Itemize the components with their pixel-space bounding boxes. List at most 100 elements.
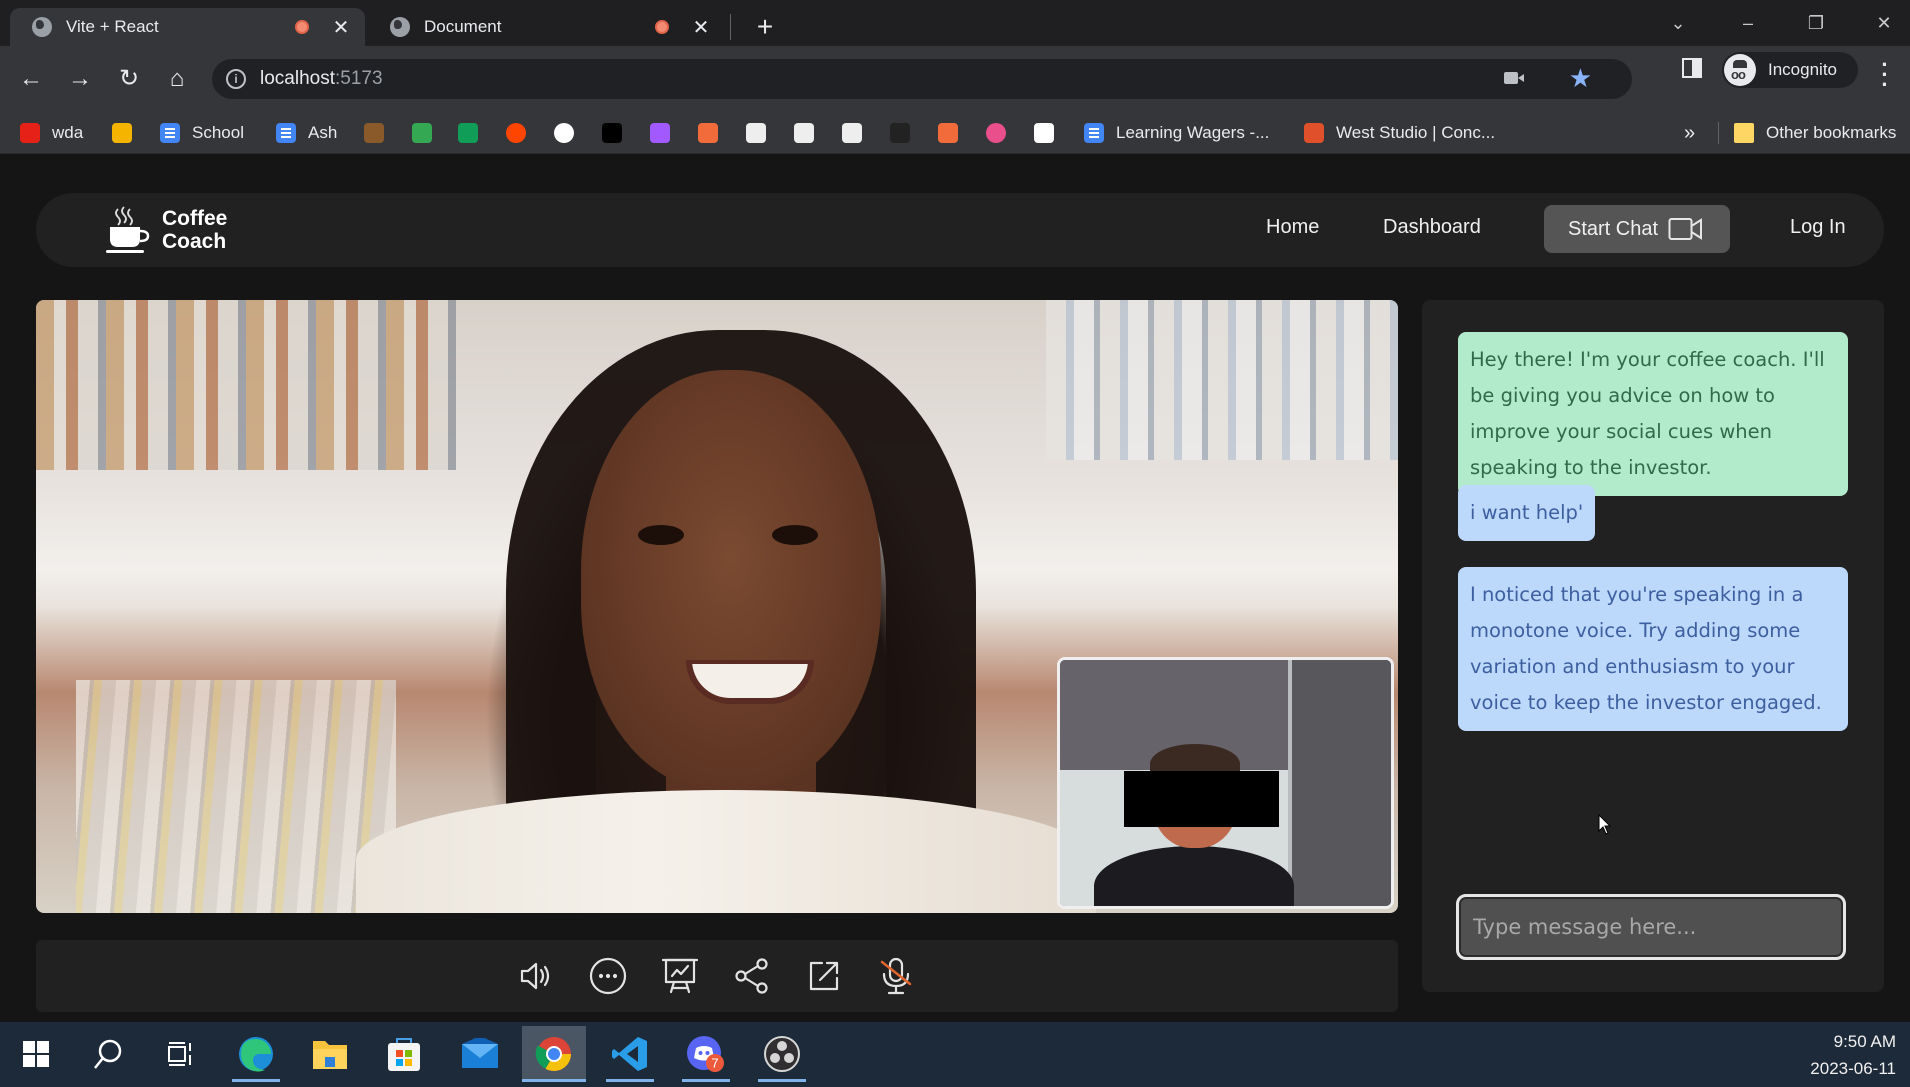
running-indicator <box>758 1079 806 1082</box>
taskbar-search-button[interactable] <box>76 1026 140 1082</box>
bookmark-item[interactable] <box>112 120 144 146</box>
popout-button[interactable] <box>802 954 846 998</box>
back-button[interactable]: ← <box>14 62 48 96</box>
restore-button[interactable]: ❐ <box>1796 6 1836 40</box>
taskbar-edge[interactable] <box>224 1026 288 1082</box>
more-bookmarks-icon[interactable]: » <box>1684 122 1695 145</box>
windows-start-icon <box>23 1041 49 1067</box>
nav-dashboard-link[interactable]: Dashboard <box>1383 216 1481 239</box>
site-info-icon[interactable]: i <box>226 69 246 89</box>
minimize-button[interactable]: – <box>1728 6 1768 40</box>
brand-name-line1: Coffee <box>162 207 228 230</box>
recording-indicator-icon <box>655 20 669 34</box>
taskbar-obs[interactable] <box>750 1026 814 1082</box>
discord-icon: 7 <box>687 1036 724 1072</box>
address-bar[interactable]: i localhost:5173 ★ <box>212 59 1632 99</box>
side-panel-icon[interactable] <box>1682 58 1702 78</box>
tab-search-button[interactable]: ⌄ <box>1658 6 1698 40</box>
presentation-chart-icon <box>661 958 699 994</box>
new-tab-button[interactable]: + <box>750 8 780 46</box>
person-face <box>581 370 881 790</box>
bookmark-item[interactable]: Ash <box>276 120 337 146</box>
bookmark-item[interactable] <box>698 120 730 146</box>
url-text: localhost:5173 <box>260 68 383 90</box>
bookmark-item[interactable] <box>650 120 682 146</box>
bookmark-star-icon[interactable]: ★ <box>1569 63 1592 94</box>
task-view-button[interactable] <box>148 1026 212 1082</box>
bookmark-item[interactable] <box>412 120 444 146</box>
nav-login-link[interactable]: Log In <box>1790 216 1846 239</box>
bookmark-item[interactable] <box>794 120 826 146</box>
taskbar-ms-store[interactable] <box>372 1026 436 1082</box>
browser-menu-icon[interactable]: · · · <box>1878 54 1892 96</box>
system-clock[interactable]: 9:50 AM 2023-06-11 <box>1810 1028 1896 1082</box>
bookmark-item[interactable] <box>506 120 538 146</box>
drive-icon <box>412 123 432 143</box>
more-options-button[interactable] <box>586 954 630 998</box>
edge-icon <box>239 1037 273 1072</box>
tab-vite-react[interactable]: Vite + React ✕ <box>10 8 365 46</box>
bookmark-icon <box>986 123 1006 143</box>
taskbar-mail[interactable] <box>448 1026 512 1082</box>
start-button[interactable] <box>4 1026 68 1082</box>
tab-title: Document <box>424 17 502 36</box>
home-button[interactable]: ⌂ <box>160 62 194 96</box>
discord-badge-count: 7 <box>711 1056 718 1071</box>
url-host: localhost <box>260 68 335 89</box>
start-chat-button[interactable]: Start Chat <box>1544 205 1730 253</box>
taskbar-chrome[interactable] <box>522 1026 586 1082</box>
close-tab-icon[interactable]: ✕ <box>331 15 351 40</box>
app-page: Coffee Coach Home Dashboard Start Chat L… <box>0 155 1910 1022</box>
chrome-icon <box>535 1037 571 1071</box>
other-bookmarks-folder[interactable]: Other bookmarks <box>1734 120 1896 146</box>
taskbar-discord[interactable]: 7 <box>674 1026 738 1082</box>
bookmark-item[interactable] <box>458 120 490 146</box>
docs-icon <box>1084 123 1104 143</box>
bookmark-item[interactable]: wda <box>20 120 83 146</box>
camera-in-use-icon[interactable] <box>1504 72 1524 84</box>
incognito-profile-button[interactable]: Incognito <box>1722 52 1858 88</box>
brand-logo[interactable]: Coffee Coach <box>106 205 227 255</box>
coach-chat-panel: Hey there! I'm your coffee coach. I'll b… <box>1422 300 1884 992</box>
minimize-icon: – <box>1742 13 1753 33</box>
share-button[interactable] <box>730 954 774 998</box>
bookmark-item[interactable] <box>602 120 634 146</box>
presentation-button[interactable] <box>658 954 702 998</box>
pip-wall-right <box>1292 660 1391 906</box>
bookmark-item[interactable] <box>890 120 922 146</box>
coffee-cup-icon <box>106 205 150 255</box>
close-window-button[interactable]: ✕ <box>1864 6 1904 40</box>
tab-document[interactable]: Document ✕ <box>370 8 725 46</box>
call-controls-bar <box>36 940 1398 1012</box>
bookmark-item[interactable]: School <box>160 120 244 146</box>
forward-button[interactable]: → <box>63 62 97 96</box>
self-video-preview[interactable] <box>1057 657 1394 909</box>
taskbar-vscode[interactable] <box>598 1026 662 1082</box>
taskbar-file-explorer[interactable] <box>298 1026 362 1082</box>
bookmark-item[interactable]: Learning Wagers -... <box>1084 120 1269 146</box>
nav-home-link[interactable]: Home <box>1266 216 1319 239</box>
bookmark-icon <box>842 123 862 143</box>
folder-icon <box>1734 123 1754 143</box>
clock-time: 9:50 AM <box>1833 1032 1896 1051</box>
bookmark-item[interactable] <box>364 120 396 146</box>
bookmark-item[interactable] <box>1034 120 1066 146</box>
github-icon <box>554 123 574 143</box>
bookmark-item[interactable] <box>842 120 874 146</box>
bookmark-item[interactable] <box>986 120 1018 146</box>
figma-icon <box>650 123 670 143</box>
incognito-label: Incognito <box>1768 60 1837 79</box>
bookmark-icon <box>890 123 910 143</box>
mail-icon <box>462 1038 498 1068</box>
close-tab-icon[interactable]: ✕ <box>691 15 711 40</box>
bookmark-item[interactable] <box>746 120 778 146</box>
reload-button[interactable]: ↻ <box>112 62 146 96</box>
bookmark-item[interactable] <box>554 120 586 146</box>
microphone-toggle-button[interactable] <box>874 954 918 998</box>
chat-message-input[interactable] <box>1456 894 1846 960</box>
bookmark-item[interactable]: West Studio | Conc... <box>1304 120 1495 146</box>
bookmark-item[interactable] <box>938 120 970 146</box>
globe-icon <box>390 17 410 37</box>
chat-message-coach: Hey there! I'm your coffee coach. I'll b… <box>1458 332 1848 496</box>
volume-button[interactable] <box>514 954 558 998</box>
